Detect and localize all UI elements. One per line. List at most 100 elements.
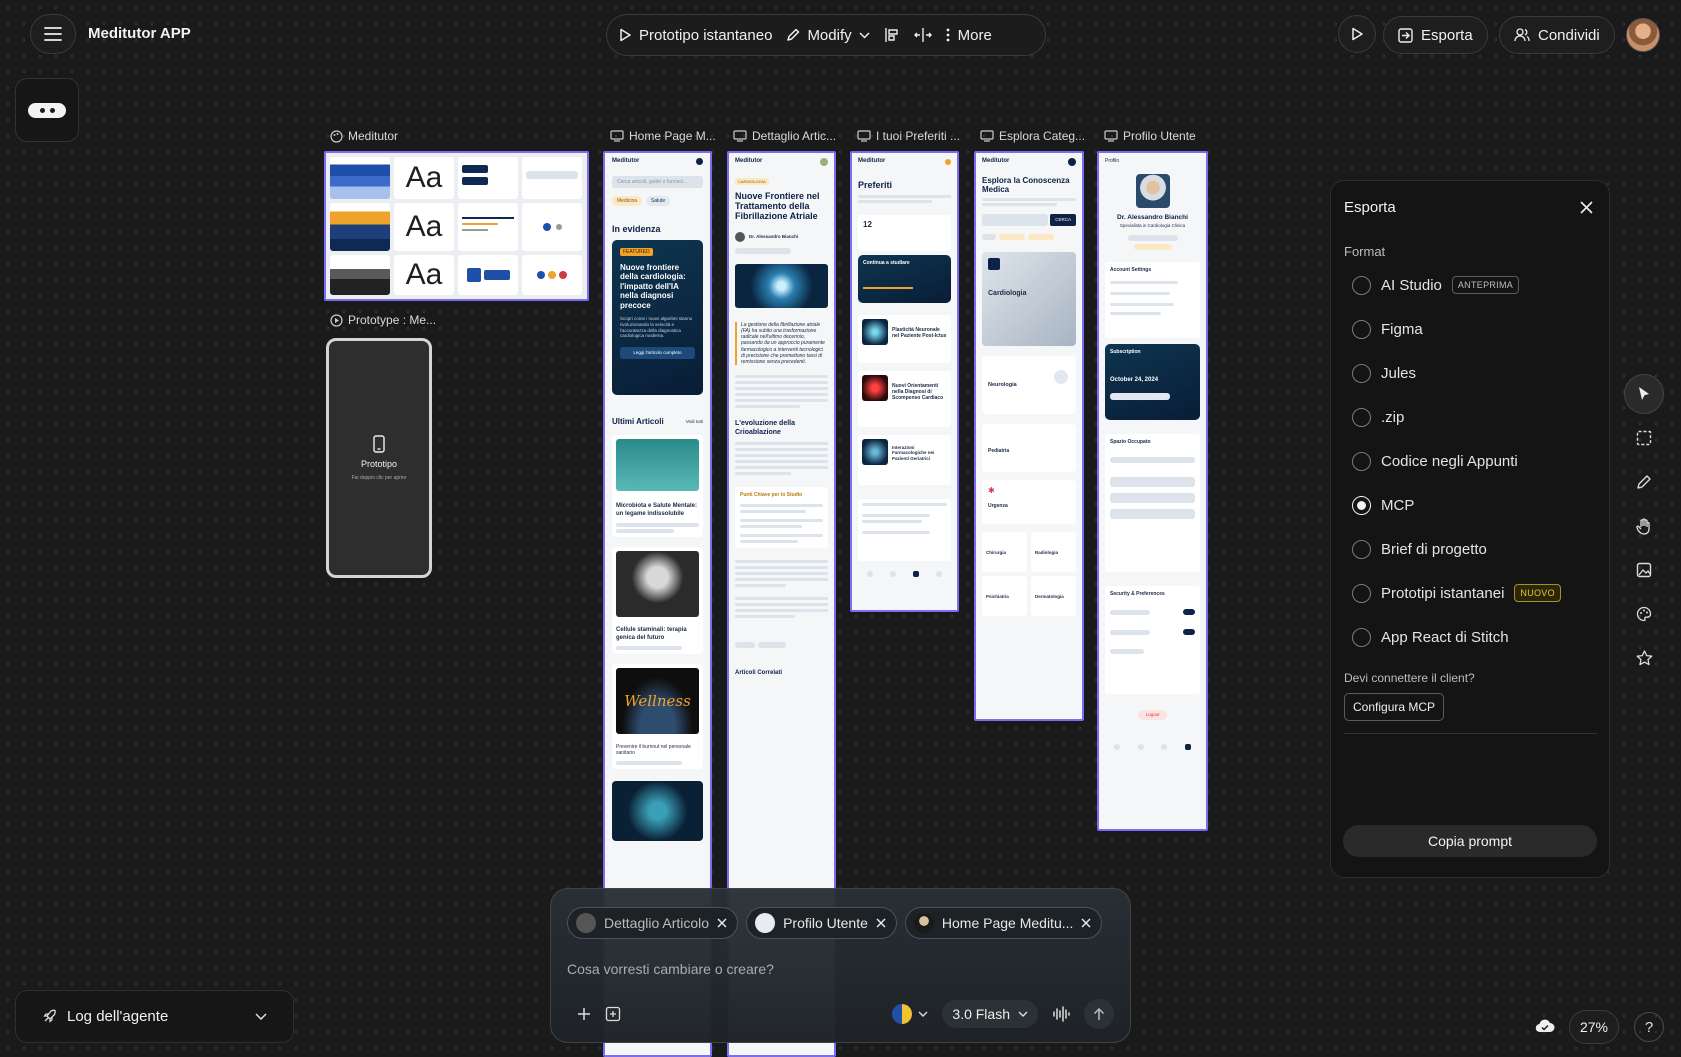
radio-button[interactable]	[1352, 407, 1371, 427]
close-icon[interactable]	[717, 918, 727, 928]
color-swatch-amber	[330, 203, 390, 251]
mock-continue-label: Continua a studiare	[863, 259, 910, 266]
marquee-tool[interactable]	[1624, 418, 1664, 458]
mock-search: Cerca articoli, guide o farmaci...	[612, 175, 703, 188]
send-button[interactable]	[1084, 999, 1114, 1029]
add-icon[interactable]	[577, 1007, 591, 1021]
cloud-sync-icon[interactable]	[1535, 1018, 1555, 1034]
format-option-figma[interactable]: Figma	[1352, 307, 1597, 351]
radio-button[interactable]	[1352, 363, 1371, 383]
theme-tool[interactable]	[1624, 594, 1664, 634]
context-chip-home[interactable]: Home Page Meditu...	[904, 907, 1103, 939]
mock-brand: Meditutor	[735, 158, 763, 165]
draw-tool[interactable]	[1624, 462, 1664, 502]
explore-frame[interactable]: Meditutor Esplora la Conoscenza Medica C…	[974, 151, 1084, 721]
format-option-jules[interactable]: Jules	[1352, 351, 1597, 395]
frame-label-profile[interactable]: Profilo Utente	[1104, 129, 1196, 143]
agent-log-dropdown[interactable]: Log dell'agente	[15, 990, 294, 1043]
frame-label-home[interactable]: Home Page M...	[610, 129, 716, 143]
play-circle-icon	[330, 313, 343, 327]
format-option-react-app[interactable]: App React di Stitch	[1352, 615, 1597, 659]
mock-favorite-title: Plasticità Neuronale nel Paziente Post-I…	[892, 326, 947, 339]
pencil-icon	[787, 28, 800, 41]
close-icon[interactable]	[1580, 201, 1593, 214]
divider	[1344, 733, 1597, 734]
favorites-frame[interactable]: Meditutor Preferiti 12 Continua a studia…	[850, 151, 959, 612]
divider-samples	[458, 203, 518, 251]
copy-prompt-button[interactable]: Copia prompt	[1343, 825, 1597, 857]
format-option-project-brief[interactable]: Brief di progetto	[1352, 527, 1597, 571]
mock-hero-card: FEATURED Nuove frontiere della cardiolog…	[612, 240, 703, 395]
frame-label-text: Meditutor	[348, 129, 399, 143]
mock-favorite-item: Nuovi Orientamenti nella Diagnosi di Sco…	[858, 370, 951, 427]
phone-icon	[373, 435, 385, 453]
more-button[interactable]: More	[946, 27, 992, 44]
hamburger-icon	[44, 27, 62, 41]
prototype-card[interactable]: Prototipo Fai doppio clic per aprire	[326, 338, 432, 578]
context-chip-article[interactable]: Dettaglio Articolo	[567, 907, 739, 939]
share-button[interactable]: Condividi	[1499, 16, 1615, 54]
pan-tool[interactable]	[1624, 506, 1664, 546]
radio-button[interactable]	[1352, 583, 1371, 603]
rocket-icon	[43, 1009, 56, 1023]
context-chip-profile[interactable]: Profilo Utente	[746, 907, 897, 939]
mock-hero-button: Leggi l'articolo completo	[620, 346, 695, 359]
align-icon[interactable]	[884, 27, 900, 43]
preview-play-button[interactable]	[1338, 15, 1376, 53]
select-tool[interactable]	[1624, 374, 1664, 414]
mock-wellness-word: Wellness	[624, 691, 691, 710]
format-option-mcp[interactable]: MCP	[1352, 483, 1597, 527]
profile-frame[interactable]: Profilo Dr. Alessandro Bianchi Specialis…	[1097, 151, 1208, 831]
chevron-down-icon	[1018, 1011, 1028, 1017]
frame-label-article[interactable]: Dettaglio Artic...	[733, 129, 836, 143]
frame-label-prototype[interactable]: Prototype : Me...	[330, 313, 436, 327]
mock-hero-text: Scopri come i nuovi algoritmi stanno riv…	[620, 316, 693, 339]
device-icon	[980, 130, 994, 142]
favorite-tool[interactable]	[1624, 638, 1664, 678]
mock-subscription-card: Subscription October 24, 2024	[1105, 344, 1200, 420]
radio-button[interactable]	[1352, 627, 1371, 647]
frame-label-design-system[interactable]: Meditutor	[330, 129, 398, 143]
resize-horizontal-icon[interactable]	[913, 27, 932, 43]
device-icon	[610, 130, 624, 142]
zoom-level[interactable]: 27%	[1569, 1010, 1619, 1044]
option-label: Figma	[1381, 320, 1423, 338]
export-button[interactable]: Esporta	[1383, 16, 1488, 54]
palette-icon	[1636, 606, 1652, 622]
radio-button[interactable]	[1352, 319, 1371, 339]
chat-widget-button[interactable]	[15, 78, 79, 142]
close-icon[interactable]	[876, 918, 886, 928]
design-system-frame[interactable]: Aa Aa Aa	[324, 151, 589, 301]
device-selector[interactable]	[892, 1004, 928, 1024]
format-option-clipboard[interactable]: Codice negli Appunti	[1352, 439, 1597, 483]
modify-button[interactable]: Modify	[786, 27, 870, 44]
configure-mcp-button[interactable]: Configura MCP	[1344, 693, 1445, 721]
close-icon[interactable]	[1081, 918, 1091, 928]
radio-button[interactable]	[1352, 451, 1371, 471]
format-option-instant-prototypes[interactable]: Prototipi istantanei NUOVO	[1352, 571, 1597, 615]
radio-button-selected[interactable]	[1352, 495, 1371, 515]
mock-storage-card: Spazio Occupato	[1105, 434, 1200, 572]
mock-article-card: Microbiota e Salute Mentale: un legame i…	[612, 435, 703, 537]
radio-button[interactable]	[1352, 539, 1371, 559]
attach-screen-icon[interactable]	[605, 1006, 621, 1022]
voice-waveform-icon[interactable]	[1052, 1006, 1070, 1022]
prompt-input[interactable]: Cosa vorresti cambiare o creare?	[567, 961, 1114, 977]
format-option-ai-studio[interactable]: AI Studio ANTEPRIMA	[1352, 263, 1597, 307]
format-option-zip[interactable]: .zip	[1352, 395, 1597, 439]
help-button[interactable]: ?	[1634, 1012, 1664, 1042]
mock-quote: La gestione della fibrillazione atriale …	[735, 321, 828, 366]
mock-category-title: Chirurgia	[986, 550, 1007, 556]
chip-label: Home Page Meditu...	[941, 915, 1074, 931]
user-avatar[interactable]	[1626, 18, 1660, 52]
instant-prototype-label: Prototipo istantaneo	[639, 26, 773, 44]
radio-button[interactable]	[1352, 275, 1371, 295]
instant-prototype-button[interactable]: Prototipo istantaneo	[619, 27, 772, 44]
model-selector[interactable]: 3.0 Flash	[942, 1000, 1038, 1028]
frame-label-explore[interactable]: Esplora Categ...	[980, 129, 1085, 143]
option-label: Jules	[1381, 364, 1417, 382]
frame-label-favorites[interactable]: I tuoi Preferiti ...	[857, 129, 960, 143]
option-label: Prototipi istantanei	[1381, 584, 1505, 602]
image-tool[interactable]	[1624, 550, 1664, 590]
menu-button[interactable]	[30, 14, 76, 54]
